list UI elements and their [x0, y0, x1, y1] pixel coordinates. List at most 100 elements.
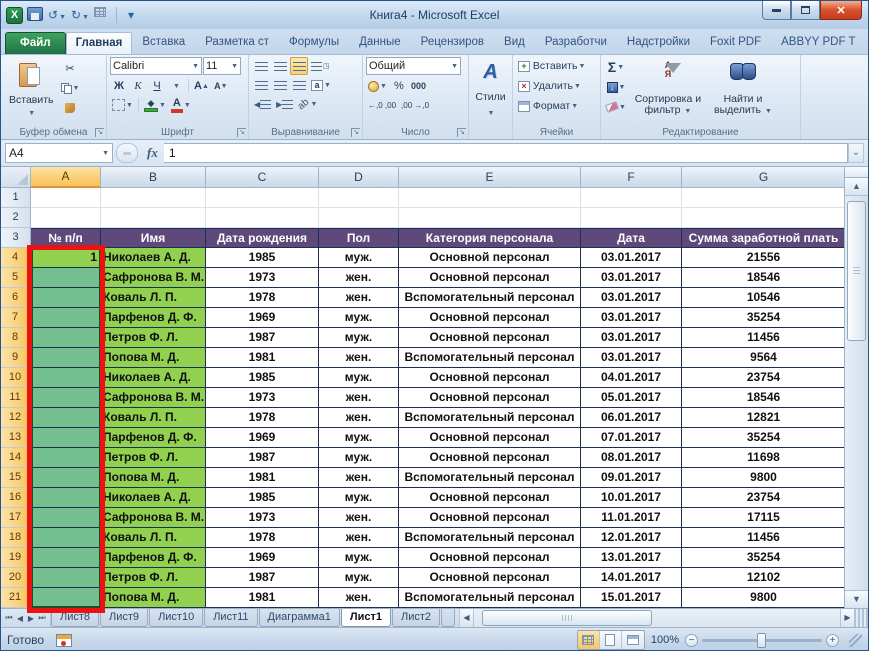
cell-D9[interactable]: жен. [319, 348, 399, 368]
cell-G5[interactable]: 18546 [682, 268, 846, 288]
column-header-A[interactable]: A [31, 167, 101, 188]
cell-B18[interactable]: Коваль Л. П. [101, 528, 206, 548]
cell-B7[interactable]: Парфенов Д. Ф. [101, 308, 206, 328]
cell-D15[interactable]: жен. [319, 468, 399, 488]
cell-C6[interactable]: 1978 [206, 288, 319, 308]
column-header-F[interactable]: F [581, 167, 682, 188]
cell-E9[interactable]: Вспомогательный персонал [399, 348, 581, 368]
vertical-scrollbar[interactable]: ▲ ▼ [844, 167, 868, 608]
cell-E6[interactable]: Вспомогательный персонал [399, 288, 581, 308]
cell-D14[interactable]: муж. [319, 448, 399, 468]
table-header-G[interactable]: Сумма заработной плать [682, 228, 846, 248]
cell-C20[interactable]: 1987 [206, 568, 319, 588]
minimize-button[interactable] [762, 1, 791, 20]
orientation-button[interactable]: ab ▼ [296, 95, 319, 113]
row-header-19[interactable]: 19 [1, 548, 31, 568]
cell-G12[interactable]: 12821 [682, 408, 846, 428]
cell-B8[interactable]: Петров Ф. Л. [101, 328, 206, 348]
cell-E19[interactable]: Основной персонал [399, 548, 581, 568]
cell-G11[interactable]: 18546 [682, 388, 846, 408]
cell-A16[interactable] [31, 488, 101, 508]
cell-F6[interactable]: 03.01.2017 [581, 288, 682, 308]
decrease-indent-button[interactable]: ◀ [252, 95, 273, 113]
scroll-left-button[interactable]: ◀ [460, 609, 474, 627]
cell-F5[interactable]: 03.01.2017 [581, 268, 682, 288]
cell-G14[interactable]: 11698 [682, 448, 846, 468]
row-header-18[interactable]: 18 [1, 528, 31, 548]
cell-C16[interactable]: 1985 [206, 488, 319, 508]
cell-E12[interactable]: Вспомогательный персонал [399, 408, 581, 428]
cell-G20[interactable]: 12102 [682, 568, 846, 588]
macro-record-icon[interactable] [56, 633, 73, 647]
clipboard-dialog-launcher[interactable]: ↘ [95, 128, 104, 137]
sheet-tab-Лист10[interactable]: Лист10 [149, 609, 204, 627]
ribbon-tab-вставка[interactable]: Вставка [132, 31, 195, 54]
cell-B6[interactable]: Коваль Л. П. [101, 288, 206, 308]
row-header-13[interactable]: 13 [1, 428, 31, 448]
cell-B20[interactable]: Петров Ф. Л. [101, 568, 206, 588]
cell-C13[interactable]: 1969 [206, 428, 319, 448]
cell-B4[interactable]: Николаев А. Д. [101, 248, 206, 268]
cell-E1[interactable] [399, 188, 581, 208]
scroll-down-button[interactable]: ▼ [845, 590, 868, 608]
row-header-11[interactable]: 11 [1, 388, 31, 408]
cell-F12[interactable]: 06.01.2017 [581, 408, 682, 428]
vertical-scroll-thumb[interactable] [847, 201, 866, 341]
cell-C8[interactable]: 1987 [206, 328, 319, 348]
cell-G21[interactable]: 9800 [682, 588, 846, 608]
cell-F20[interactable]: 14.01.2017 [581, 568, 682, 588]
cell-F17[interactable]: 11.01.2017 [581, 508, 682, 528]
font-name-combo[interactable]: Calibri ▼ [110, 57, 202, 75]
comma-style-button[interactable]: 000 [409, 77, 428, 95]
scroll-up-button[interactable]: ▲ [845, 178, 868, 196]
grow-font-button[interactable]: А ▲ [192, 77, 211, 95]
cell-C11[interactable]: 1973 [206, 388, 319, 408]
ribbon-tab-file[interactable]: Файл [5, 32, 66, 54]
cell-D6[interactable]: жен. [319, 288, 399, 308]
cell-A14[interactable] [31, 448, 101, 468]
ribbon-tab-надстройки[interactable]: Надстройки [617, 31, 700, 54]
row-header-16[interactable]: 16 [1, 488, 31, 508]
delete-cells-button[interactable]: × Удалить ▼ [516, 77, 597, 95]
cell-F1[interactable] [581, 188, 682, 208]
font-dialog-launcher[interactable]: ↘ [237, 128, 246, 137]
horizontal-scroll-track[interactable] [474, 609, 840, 627]
column-header-B[interactable]: B [101, 167, 206, 188]
cell-F16[interactable]: 10.01.2017 [581, 488, 682, 508]
name-box-dropdown-icon[interactable]: ▼ [102, 150, 109, 157]
fill-color-button[interactable]: ◆ ▼ [142, 96, 168, 114]
table-header-B[interactable]: Имя [101, 228, 206, 248]
cell-F15[interactable]: 09.01.2017 [581, 468, 682, 488]
align-left-button[interactable] [252, 76, 270, 94]
sheet-tab-Лист2[interactable]: Лист2 [391, 609, 440, 627]
row-header-7[interactable]: 7 [1, 308, 31, 328]
table-header-A[interactable]: № п/п [31, 228, 101, 248]
ribbon-tab-данные[interactable]: Данные [349, 31, 411, 54]
page-layout-view-button[interactable] [599, 631, 622, 649]
normal-view-button[interactable] [577, 631, 600, 649]
cell-D20[interactable]: муж. [319, 568, 399, 588]
last-sheet-icon[interactable]: ⏭ [37, 613, 47, 623]
cell-B12[interactable]: Коваль Л. П. [101, 408, 206, 428]
cell-E8[interactable]: Основной персонал [399, 328, 581, 348]
cell-C21[interactable]: 1981 [206, 588, 319, 608]
cell-B21[interactable]: Попова М. Д. [101, 588, 206, 608]
cell-B1[interactable] [101, 188, 206, 208]
cell-D8[interactable]: муж. [319, 328, 399, 348]
cell-E14[interactable]: Основной персонал [399, 448, 581, 468]
ribbon-tab-abbyy-pdf-t[interactable]: ABBYY PDF T [771, 31, 865, 54]
cell-F18[interactable]: 12.01.2017 [581, 528, 682, 548]
cell-A18[interactable] [31, 528, 101, 548]
prev-sheet-icon[interactable]: ◀ [15, 614, 25, 623]
row-header-12[interactable]: 12 [1, 408, 31, 428]
cell-G16[interactable]: 23754 [682, 488, 846, 508]
zoom-level[interactable]: 100% [651, 634, 679, 646]
format-cells-button[interactable]: Формат ▼ [516, 97, 597, 115]
cell-G6[interactable]: 10546 [682, 288, 846, 308]
format-painter-button[interactable] [59, 99, 82, 117]
ribbon-tab-вид[interactable]: Вид [494, 31, 535, 54]
cell-F4[interactable]: 03.01.2017 [581, 248, 682, 268]
styles-button[interactable]: А Стили ▼ [472, 57, 509, 121]
cell-D1[interactable] [319, 188, 399, 208]
cell-F8[interactable]: 03.01.2017 [581, 328, 682, 348]
